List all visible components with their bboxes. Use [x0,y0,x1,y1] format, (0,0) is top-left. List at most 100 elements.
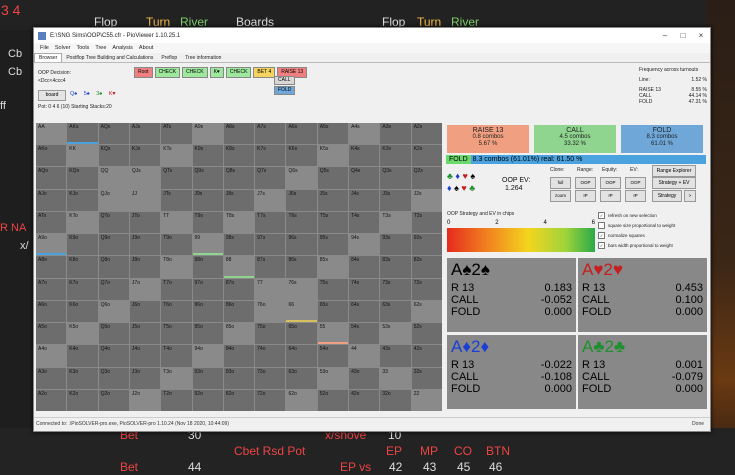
menu-analysis[interactable]: Analysis [112,45,132,51]
range-cell[interactable]: 74s [349,278,380,300]
range-cell[interactable]: 98o [192,256,223,278]
menu-about[interactable]: About [139,45,153,51]
range-cell[interactable]: A9o [36,234,67,256]
range-cell[interactable]: 95o [192,323,223,345]
range-cell[interactable]: A3o [36,367,67,389]
range-cell[interactable]: T8s [223,211,255,234]
range-cell[interactable]: 77 [255,278,286,300]
range-cell[interactable]: 84s [349,256,380,278]
range-cell[interactable]: Q9o [98,234,129,256]
checkbox-box[interactable]: ✓ [598,232,605,239]
range-cell[interactable]: Q8o [98,256,129,278]
range-cell[interactable]: T8o [161,256,192,278]
heart-suit-icon[interactable]: ♥ [463,171,468,181]
range-cell[interactable]: T6s [286,211,317,234]
range-cell[interactable]: 72s [411,278,442,300]
range-cell[interactable]: JTo [129,211,161,234]
range-cell[interactable]: 63o [286,367,317,389]
range-cell[interactable]: 98s [223,234,255,256]
range-cell[interactable]: 66 [286,300,317,323]
range-cell[interactable]: J9s [192,189,223,211]
range-cell[interactable]: Q5o [98,323,129,345]
range-cell[interactable]: 43s [380,345,411,367]
range-cell[interactable]: J2o [129,389,161,411]
range-cell[interactable]: A7s [255,123,286,145]
club-suit-icon[interactable]: ♣ [469,183,475,193]
range-cell[interactable]: 73o [255,367,286,389]
range-explorer-button[interactable]: Range Explorer [652,165,696,177]
range-cell[interactable]: KK [67,145,98,167]
menu-solver[interactable]: Solver [55,45,71,51]
tab-browser[interactable]: Browser [34,53,63,62]
range-cell[interactable]: KJs [129,145,161,167]
range-cell[interactable]: J7o [129,278,161,300]
range-cell[interactable]: J2s [411,189,442,211]
range-cell[interactable]: A2s [411,123,442,145]
menu-tree[interactable]: Tree [95,45,106,51]
range-cell[interactable]: 76o [255,300,286,323]
strategy-ev-button[interactable]: Strategy + EV [652,177,696,189]
bars-width-checkbox[interactable]: ✓ bars width proportional to weight [598,242,673,249]
range-cell[interactable]: 94o [192,345,223,367]
range-ip-button[interactable]: IP [575,190,596,202]
range-cell[interactable]: AQo [36,167,67,189]
range-cell[interactable]: 52s [411,323,442,345]
range-cell[interactable]: 92o [192,389,223,411]
range-cell[interactable]: A5s [317,123,349,145]
summary-raise[interactable]: RAISE 13 0.8 combos 5.67 % [447,125,529,153]
tab-postflop-tree[interactable]: Postflop Tree Building and Calculations [62,54,157,62]
range-cell[interactable]: Q2o [98,389,129,411]
spade-suit-icon[interactable]: ♠ [454,183,459,193]
range-cell[interactable]: K3o [67,367,98,389]
equity-ip-button[interactable]: IP [600,190,621,202]
range-cell[interactable]: T5s [317,211,349,234]
range-cell[interactable]: KJo [67,189,98,211]
range-cell[interactable]: JTs [161,189,192,211]
board-button[interactable]: board [38,90,66,101]
range-cell[interactable]: QQ [98,167,129,189]
range-cell[interactable]: 72o [255,389,286,411]
range-cell[interactable]: T3s [380,211,411,234]
range-cell[interactable]: J5s [317,189,349,211]
range-cell[interactable]: TT [161,211,192,234]
next-arrow-button[interactable]: > [684,190,696,202]
menu-file[interactable]: File [40,45,49,51]
menu-tools[interactable]: Tools [76,45,89,51]
checkbox-box[interactable] [598,222,605,229]
range-cell[interactable]: A4o [36,345,67,367]
range-cell[interactable]: 83s [380,256,411,278]
zoom-button[interactable]: zoom [550,190,571,202]
tab-tree-information[interactable]: Tree information [181,54,225,62]
range-cell[interactable]: KQs [98,145,129,167]
range-cell[interactable]: 64o [286,345,317,367]
range-cell[interactable]: K2o [67,389,98,411]
range-cell[interactable]: 86o [223,300,255,323]
range-cell[interactable]: AKs [67,123,98,145]
range-cell[interactable]: 84o [223,345,255,367]
range-cell[interactable]: 76s [286,278,317,300]
diamond-suit-icon[interactable]: ♦ [455,171,460,181]
range-cell[interactable]: Q2s [411,167,442,189]
range-cell[interactable]: 74o [255,345,286,367]
range-cell[interactable]: 32s [411,367,442,389]
range-cell[interactable]: 32o [380,389,411,411]
range-cell[interactable]: T2o [161,389,192,411]
range-cell[interactable]: 96o [192,300,223,323]
range-cell[interactable]: 54s [349,323,380,345]
range-cell[interactable]: 97o [192,278,223,300]
range-cell[interactable]: AA [36,123,67,145]
range-cell[interactable]: K6s [286,145,317,167]
summary-fold[interactable]: FOLD 8.3 combos 61.01 % [621,125,703,153]
range-cell[interactable]: 97s [255,234,286,256]
range-cell[interactable]: K4s [349,145,380,167]
range-cell[interactable]: QTs [161,167,192,189]
range-cell[interactable]: Q3s [380,167,411,189]
path-node[interactable]: CHECK [182,67,208,78]
range-cell[interactable]: 22 [411,389,442,411]
range-cell[interactable]: 92s [411,234,442,256]
range-cell[interactable]: T4s [349,211,380,234]
hand-box[interactable]: A♠2♠ R 13 0.183 CALL -0.052 FOLD 0.000 [447,258,576,332]
range-cell[interactable]: Q7o [98,278,129,300]
range-cell[interactable]: J7s [255,189,286,211]
sub-action-fold[interactable]: FOLD [274,86,296,95]
